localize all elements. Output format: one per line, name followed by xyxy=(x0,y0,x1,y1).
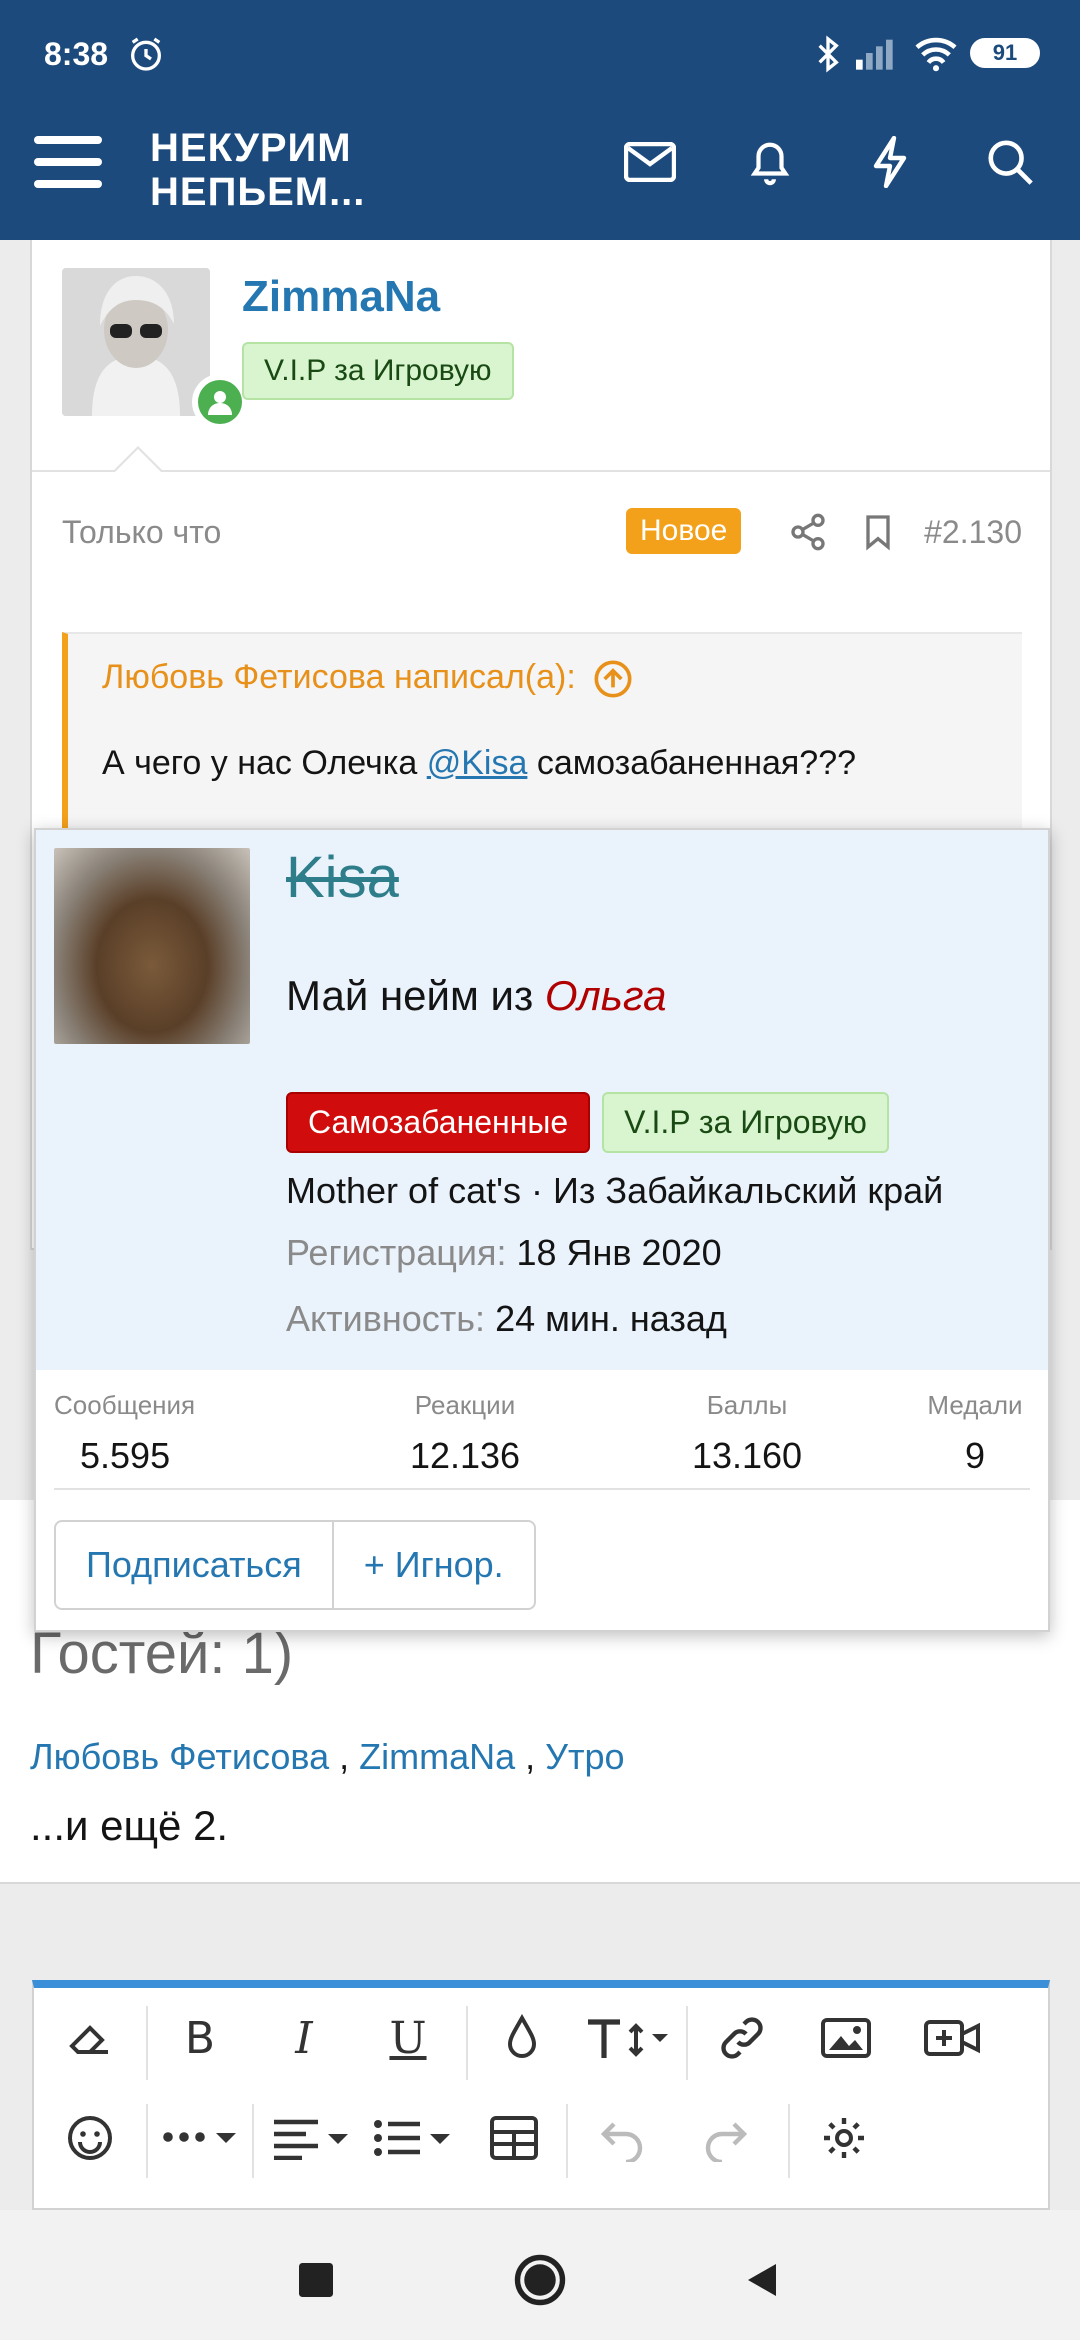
share-icon[interactable] xyxy=(788,512,828,552)
smiley-icon[interactable] xyxy=(62,2110,118,2166)
logo-line-1: НЕКУРИМ xyxy=(150,126,352,170)
font-size-icon[interactable] xyxy=(582,2010,672,2066)
bell-icon[interactable] xyxy=(738,130,802,194)
member-badges: Самозабаненные V.I.P за Игровую xyxy=(286,1092,889,1153)
more-users-text[interactable]: ...и ещё 2. xyxy=(30,1802,228,1850)
undo-icon[interactable] xyxy=(594,2110,650,2166)
quote-text: А чего у нас Олечка @Kisa самозабаненная… xyxy=(102,744,857,782)
back-icon[interactable] xyxy=(734,2250,794,2310)
eraser-icon[interactable] xyxy=(62,2010,118,2066)
bookmark-icon[interactable] xyxy=(858,512,898,552)
more-options-icon[interactable] xyxy=(158,2110,244,2166)
bolt-icon[interactable] xyxy=(858,130,922,194)
quote-header[interactable]: Любовь Фетисова написал(а): xyxy=(102,658,633,699)
member-avatar[interactable] xyxy=(54,848,250,1044)
stat-medals[interactable]: Медали 9 xyxy=(920,1390,1030,1477)
gear-icon[interactable] xyxy=(816,2110,872,2166)
online-status-icon xyxy=(192,374,248,430)
color-icon[interactable] xyxy=(494,2010,550,2066)
online-user-link[interactable]: ZimmaNa xyxy=(359,1736,515,1777)
stat-points[interactable]: Баллы 13.160 xyxy=(662,1390,832,1477)
italic-icon[interactable]: I xyxy=(276,2010,332,2066)
author-name[interactable]: ZimmaNa xyxy=(242,272,440,322)
video-icon[interactable] xyxy=(924,2010,980,2066)
author-badge: V.I.P за Игровую xyxy=(242,342,514,400)
online-user-link[interactable]: Утро xyxy=(545,1736,624,1777)
menu-icon[interactable] xyxy=(34,132,102,192)
battery-indicator: 91 xyxy=(970,38,1040,68)
member-activity: Активность: 24 мин. назад xyxy=(286,1298,727,1339)
post-number[interactable]: #2.130 xyxy=(924,514,1022,551)
app-header: 8:38 91 НЕКУРИМ НЕПЬЕМ... xyxy=(0,0,1080,240)
online-users-list: Любовь Фетисова , ZimmaNa , Утро xyxy=(30,1736,625,1777)
online-user-link[interactable]: Любовь Фетисова xyxy=(30,1736,329,1777)
author-avatar[interactable] xyxy=(62,268,210,416)
alarm-icon xyxy=(131,37,161,71)
post-meta: Только что Новое #2.130 xyxy=(62,508,1022,558)
system-nav-bar xyxy=(0,2210,1080,2340)
arrow-up-circle-icon[interactable] xyxy=(593,659,633,699)
reply-editor: B I U xyxy=(32,1980,1050,2210)
status-bar: 8:38 91 xyxy=(0,0,1080,112)
mail-icon[interactable] xyxy=(618,130,682,194)
member-tooltip: Kisa Май нейм из Ольга Самозабаненные V.… xyxy=(34,828,1050,1632)
logo-line-2: НЕПЬЕМ... xyxy=(150,170,366,214)
home-icon[interactable] xyxy=(510,2250,570,2310)
ignore-button[interactable]: + Игнор. xyxy=(331,1522,534,1608)
post-user-block: ZimmaNa V.I.P за Игровую xyxy=(32,240,1050,473)
image-icon[interactable] xyxy=(818,2010,874,2066)
underline-icon[interactable]: U xyxy=(380,2010,436,2066)
redo-icon[interactable] xyxy=(698,2110,754,2166)
user-arrow xyxy=(112,446,164,473)
recents-icon[interactable] xyxy=(286,2250,346,2310)
stat-reactions[interactable]: Реакции 12.136 xyxy=(380,1390,550,1477)
search-icon[interactable] xyxy=(978,130,1042,194)
member-about: Mother of cat's · Из Забайкальский край xyxy=(286,1170,944,1211)
stat-messages[interactable]: Сообщения 5.595 xyxy=(54,1390,195,1477)
table-icon[interactable] xyxy=(486,2110,542,2166)
post-time[interactable]: Только что xyxy=(62,514,221,551)
align-icon[interactable] xyxy=(268,2110,354,2166)
bluetooth-icon xyxy=(818,35,839,73)
member-name[interactable]: Kisa xyxy=(286,844,399,911)
bold-icon[interactable]: B xyxy=(172,2010,228,2066)
member-actions: Подписаться + Игнор. xyxy=(54,1520,536,1610)
new-badge: Новое xyxy=(626,508,742,554)
list-icon[interactable] xyxy=(370,2110,456,2166)
member-tooltip-header: Kisa Май нейм из Ольга Самозабаненные V.… xyxy=(36,830,1048,1370)
follow-button[interactable]: Подписаться xyxy=(56,1522,332,1608)
mention-link[interactable]: @Kisa xyxy=(427,744,528,782)
member-stats: Сообщения 5.595 Реакции 12.136 Баллы 13.… xyxy=(54,1390,1030,1490)
member-registration: Регистрация: 18 Янв 2020 xyxy=(286,1232,722,1273)
vip-badge: V.I.P за Игровую xyxy=(602,1092,889,1153)
wifi-icon xyxy=(915,37,957,72)
site-logo[interactable]: НЕКУРИМ НЕПЬЕМ... xyxy=(150,126,365,214)
signal-icon xyxy=(856,39,893,70)
status-time: 8:38 xyxy=(44,36,109,72)
banned-badge: Самозабаненные xyxy=(286,1092,591,1153)
member-title: Май нейм из Ольга xyxy=(286,972,667,1019)
link-icon[interactable] xyxy=(714,2010,770,2066)
